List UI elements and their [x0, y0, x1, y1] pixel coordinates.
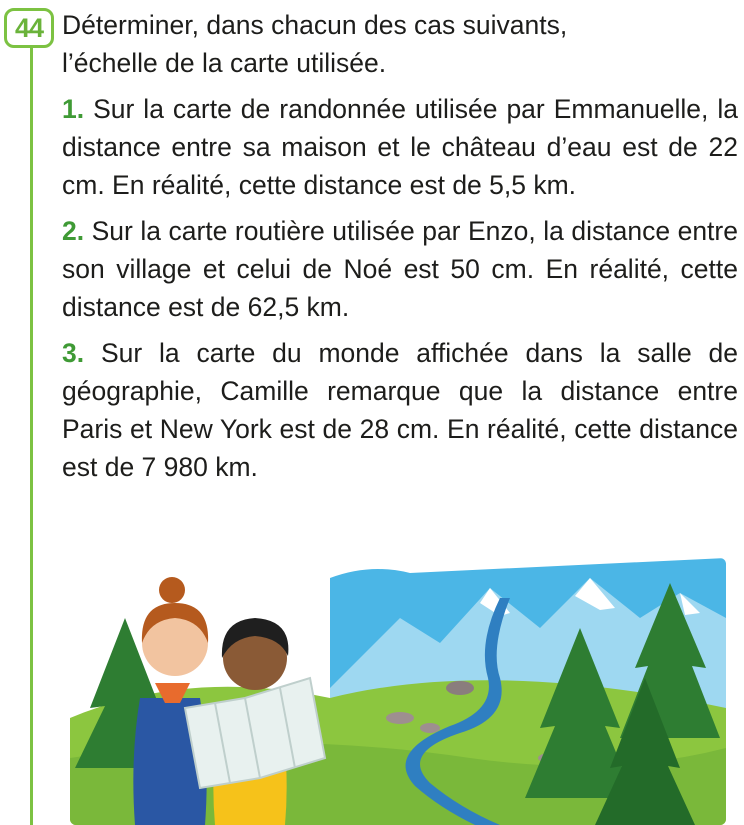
hikers-reading-map-illustration: [70, 558, 726, 825]
question-2-text: Sur la carte routière utilisée par Enzo,…: [62, 216, 738, 322]
question-1: 1. Sur la carte de randonnée utilisée pa…: [62, 90, 738, 204]
question-1-number: 1.: [62, 94, 85, 124]
rock: [420, 723, 440, 733]
question-3-number: 3.: [62, 338, 85, 368]
rock: [386, 712, 414, 724]
question-2: 2. Sur la carte routière utilisée par En…: [62, 212, 738, 326]
question-3-text: Sur la carte du monde affichée dans la s…: [62, 338, 738, 482]
rock: [446, 681, 474, 695]
exercise-number-badge: 44: [4, 8, 54, 48]
landscape-svg: [70, 558, 726, 825]
instruction-line-1: Déterminer, dans chacun des cas suivants…: [62, 10, 568, 40]
exercise-text: Déterminer, dans chacun des cas suivants…: [62, 6, 738, 494]
question-3: 3. Sur la carte du monde affichée dans l…: [62, 334, 738, 486]
question-2-number: 2.: [62, 216, 85, 246]
instruction-line-2: l’échelle de la carte utilisée.: [62, 48, 387, 78]
exercise-side-rule: [30, 44, 33, 825]
exercise-instruction: Déterminer, dans chacun des cas suivants…: [62, 6, 738, 82]
exercise-number: 44: [14, 12, 44, 43]
question-1-text: Sur la carte de randonnée utilisée par E…: [62, 94, 738, 200]
